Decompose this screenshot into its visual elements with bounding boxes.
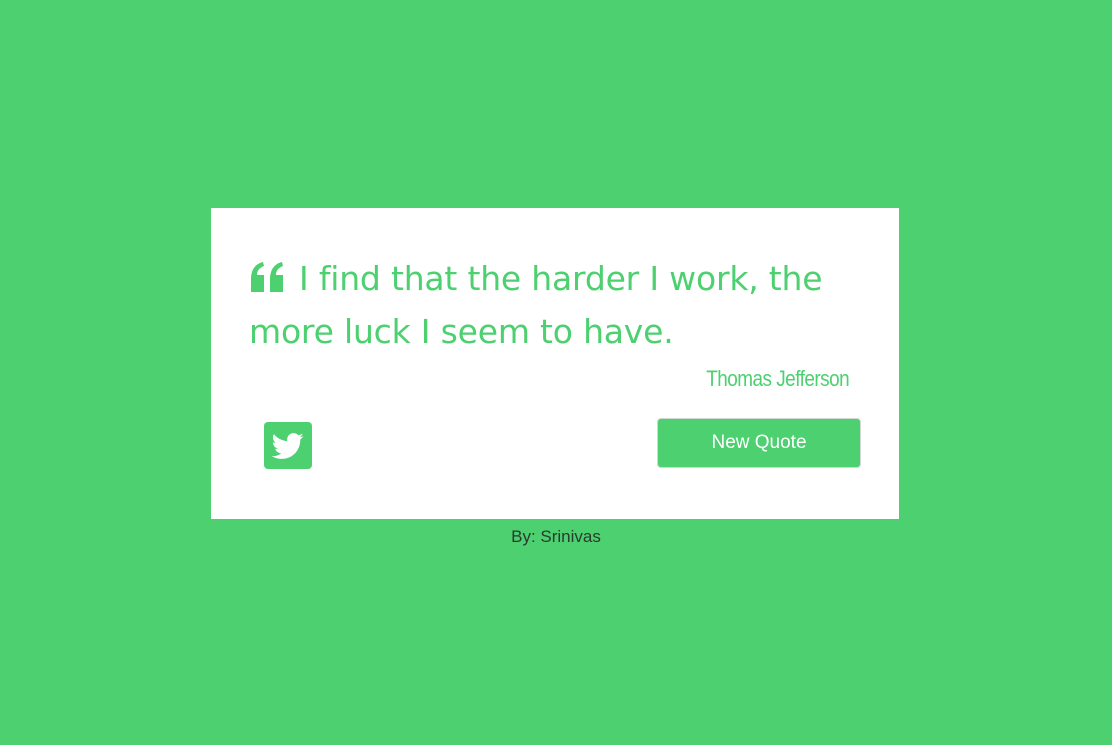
footer-credit: By: Srinivas xyxy=(511,527,601,546)
quote-text-block: I find that the harder I work, the more … xyxy=(249,252,849,358)
quote-card: I find that the harder I work, the more … xyxy=(211,208,899,519)
quote-text: I find that the harder I work, the more … xyxy=(249,259,823,351)
quote-author: Thomas Jefferson xyxy=(706,366,849,391)
new-quote-button[interactable]: New Quote xyxy=(657,418,861,468)
twitter-icon xyxy=(270,430,306,462)
tweet-button[interactable] xyxy=(264,422,312,469)
quote-left-icon xyxy=(249,254,285,292)
